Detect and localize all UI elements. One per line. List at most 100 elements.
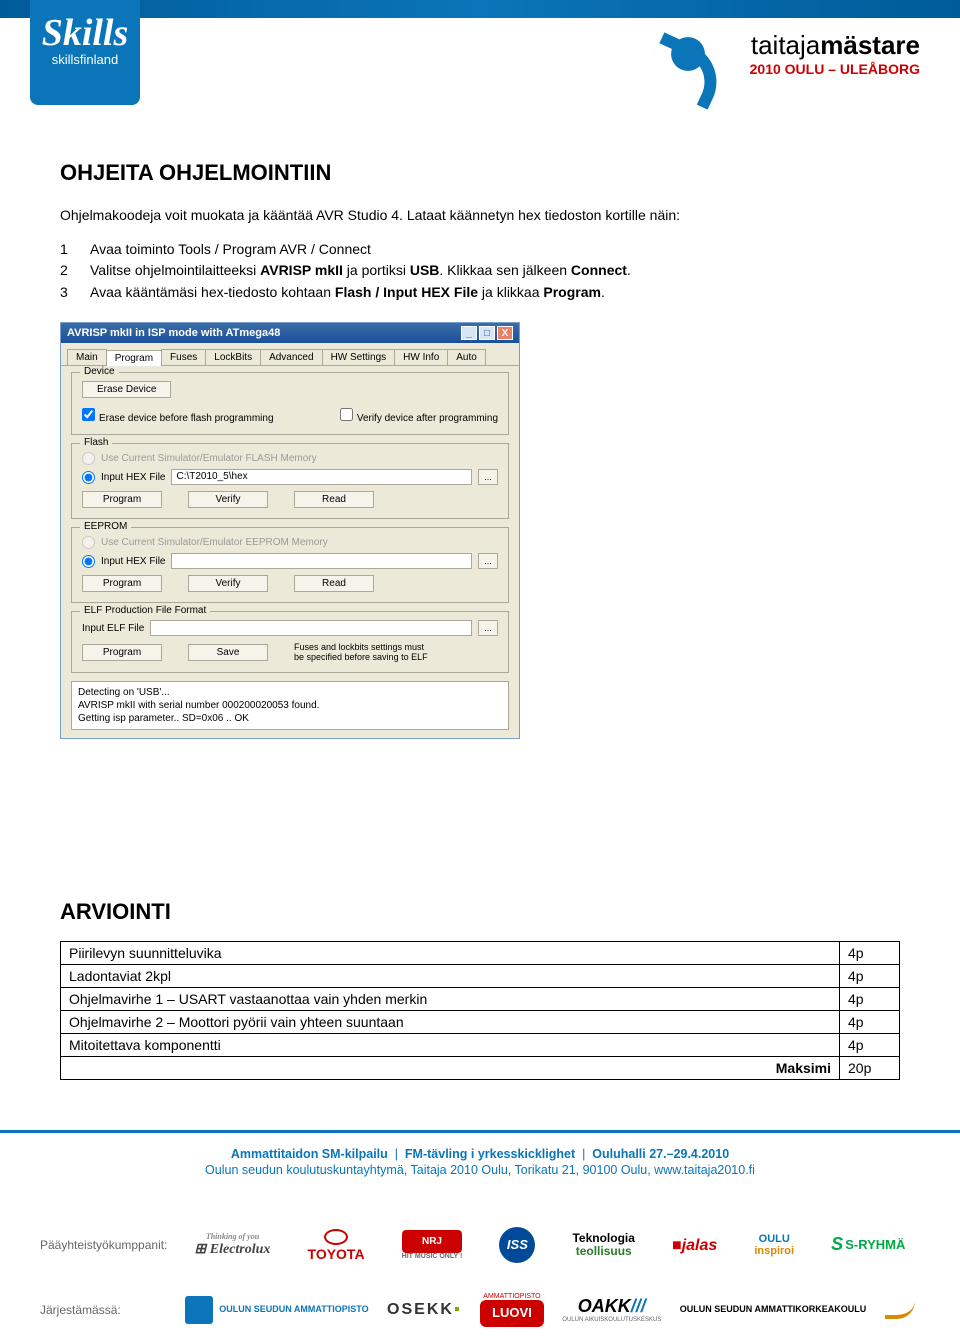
flash-radio2-input[interactable] (82, 471, 95, 484)
eeprom-path-input[interactable] (171, 553, 472, 569)
eeprom-browse-button[interactable]: ... (478, 553, 498, 569)
table-cell-pts: 4p (840, 1011, 900, 1034)
tab-hwsettings[interactable]: HW Settings (322, 349, 396, 365)
log-line: Getting isp parameter.. SD=0x06 .. OK (78, 712, 502, 725)
taitaja-subtitle: 2010 OULU – ULEÅBORG (750, 61, 920, 77)
elf-legend: ELF Production File Format (80, 605, 210, 616)
eeprom-verify-button[interactable]: Verify (188, 575, 268, 592)
logo-osao: OULUN SEUDUN AMMATTIOPISTO (185, 1296, 368, 1324)
wave-icon (885, 1301, 915, 1319)
table-cell-pts: 4p (840, 1034, 900, 1057)
logo-jalas: ■jalas (672, 1237, 717, 1255)
step-1: 1 Avaa toiminto Tools / Program AVR / Co… (60, 240, 900, 260)
table-row: Mitoitettava komponentti4p (61, 1034, 900, 1057)
erase-device-button[interactable]: Erase Device (82, 381, 171, 398)
skills-logo: Skills skillsfinland (30, 0, 140, 105)
tab-hwinfo[interactable]: HW Info (394, 349, 448, 365)
chk-erase-before-input[interactable] (82, 408, 95, 421)
swoosh-icon (660, 30, 730, 90)
table-cell: Mitoitettava komponentti (61, 1034, 840, 1057)
elf-group: ELF Production File Format Input ELF Fil… (71, 611, 509, 673)
steps-list: 1 Avaa toiminto Tools / Program AVR / Co… (60, 240, 900, 303)
table-row: Ohjelmavirhe 2 – Moottori pyörii vain yh… (61, 1011, 900, 1034)
arviointi-table: Piirilevyn suunnitteluvika4p Ladontaviat… (60, 941, 900, 1080)
step-text: Avaa kääntämäsi hex-tiedosto kohtaan Fla… (90, 283, 900, 303)
eeprom-radio2-label: Input HEX File (101, 556, 165, 567)
skills-logo-sub: skillsfinland (30, 52, 140, 75)
logo-electrolux: Thinking of you ⊞ Electrolux (195, 1233, 271, 1257)
minimize-icon[interactable]: _ (461, 326, 477, 340)
flash-legend: Flash (80, 437, 112, 448)
taitaja-bold: mästare (820, 30, 920, 60)
elf-path-input[interactable] (150, 620, 472, 636)
flash-read-button[interactable]: Read (294, 491, 374, 508)
eeprom-radio-hex[interactable]: Input HEX File ... (82, 553, 498, 569)
elf-browse-button[interactable]: ... (478, 620, 498, 636)
tab-advanced[interactable]: Advanced (260, 349, 322, 365)
step-2: 2 Valitse ohjelmointilaitteeksi AVRISP m… (60, 261, 900, 281)
step-3: 3 Avaa kääntämäsi hex-tiedosto kohtaan F… (60, 283, 900, 303)
flash-verify-button[interactable]: Verify (188, 491, 268, 508)
table-row: Piirilevyn suunnitteluvika4p (61, 942, 900, 965)
tab-fuses[interactable]: Fuses (161, 349, 206, 365)
tab-lockbits[interactable]: LockBits (205, 349, 261, 365)
flash-group: Flash Use Current Simulator/Emulator FLA… (71, 443, 509, 519)
table-row: Ladontaviat 2kpl4p (61, 965, 900, 988)
logo-oulu-inspiroi: OULU inspiroi (754, 1233, 794, 1257)
elf-save-button[interactable]: Save (188, 644, 268, 661)
eeprom-radio-sim: Use Current Simulator/Emulator EEPROM Me… (82, 536, 498, 549)
table-cell-pts: 4p (840, 988, 900, 1011)
flash-radio-hex[interactable]: Input HEX File C:\T2010_5\hex ... (82, 469, 498, 485)
skills-logo-text: Skills (30, 0, 140, 52)
flash-path-input[interactable]: C:\T2010_5\hex (171, 469, 472, 485)
table-row-total: Maksimi20p (61, 1057, 900, 1080)
flash-program-button[interactable]: Program (82, 491, 162, 508)
eeprom-radio1-input (82, 536, 95, 549)
tab-row: Main Program Fuses LockBits Advanced HW … (61, 343, 519, 366)
tab-main[interactable]: Main (67, 349, 107, 365)
tab-auto[interactable]: Auto (447, 349, 486, 365)
log-line: AVRISP mkII with serial number 000200020… (78, 699, 502, 712)
flash-radio2-label: Input HEX File (101, 472, 165, 483)
eeprom-legend: EEPROM (80, 521, 131, 532)
main-partners-row: Pääyhteistyökumppanit: Thinking of you ⊞… (0, 1207, 960, 1273)
chk-erase-before[interactable]: Erase device before flash programming (82, 408, 274, 424)
organizers-logos: OULUN SEUDUN AMMATTIOPISTO OSEKK▪ AMMATT… (180, 1293, 920, 1326)
table-cell: Piirilevyn suunnitteluvika (61, 942, 840, 965)
table-cell-total-label: Maksimi (61, 1057, 840, 1080)
maximize-icon[interactable]: □ (479, 326, 495, 340)
elf-note: Fuses and lockbits settings must be spec… (294, 642, 434, 662)
organizers-row: Järjestämässä: OULUN SEUDUN AMMATTIOPIST… (0, 1273, 960, 1336)
table-cell-pts: 4p (840, 965, 900, 988)
eeprom-radio2-input[interactable] (82, 555, 95, 568)
step-num: 2 (60, 261, 90, 281)
eeprom-read-button[interactable]: Read (294, 575, 374, 592)
logo-sryhma: SS-RYHMÄ (831, 1235, 905, 1255)
chk-verify-after-input[interactable] (340, 408, 353, 421)
window-titlebar: AVRISP mkII in ISP mode with ATmega48 _ … (61, 323, 519, 343)
partners-label: Pääyhteistyökumppanit: (40, 1238, 180, 1252)
logo-oamk: OULUN SEUDUN AMMATTIKORKEAKOULU (680, 1305, 867, 1315)
intro-paragraph: Ohjelmakoodeja voit muokata ja kääntää A… (60, 206, 900, 226)
chk-verify-after[interactable]: Verify device after programming (340, 408, 498, 424)
window-title: AVRISP mkII in ISP mode with ATmega48 (67, 327, 280, 339)
close-icon[interactable]: X (497, 326, 513, 340)
logo-luovi: AMMATTIOPISTO LUOVI (480, 1293, 544, 1326)
tab-program[interactable]: Program (106, 350, 162, 366)
section-heading-ohjeita: OHJEITA OHJELMOINTIIN (60, 160, 900, 186)
step-text: Avaa toiminto Tools / Program AVR / Conn… (90, 240, 900, 260)
table-cell: Ohjelmavirhe 2 – Moottori pyörii vain yh… (61, 1011, 840, 1034)
header-stripe (0, 0, 960, 18)
organizers-label: Järjestämässä: (40, 1303, 180, 1317)
elf-program-button[interactable]: Program (82, 644, 162, 661)
step-num: 3 (60, 283, 90, 303)
eeprom-program-button[interactable]: Program (82, 575, 162, 592)
main-content: OHJEITA OHJELMOINTIIN Ohjelmakoodeja voi… (0, 130, 960, 1130)
elf-input-row: Input ELF File ... (82, 620, 498, 636)
device-group: Device Erase Device Erase device before … (71, 372, 509, 435)
avr-window: AVRISP mkII in ISP mode with ATmega48 _ … (60, 322, 520, 739)
table-cell-pts: 4p (840, 942, 900, 965)
window-body: Device Erase Device Erase device before … (61, 366, 519, 738)
page-header: Skills skillsfinland taitajamästare 2010… (0, 0, 960, 130)
flash-browse-button[interactable]: ... (478, 469, 498, 485)
